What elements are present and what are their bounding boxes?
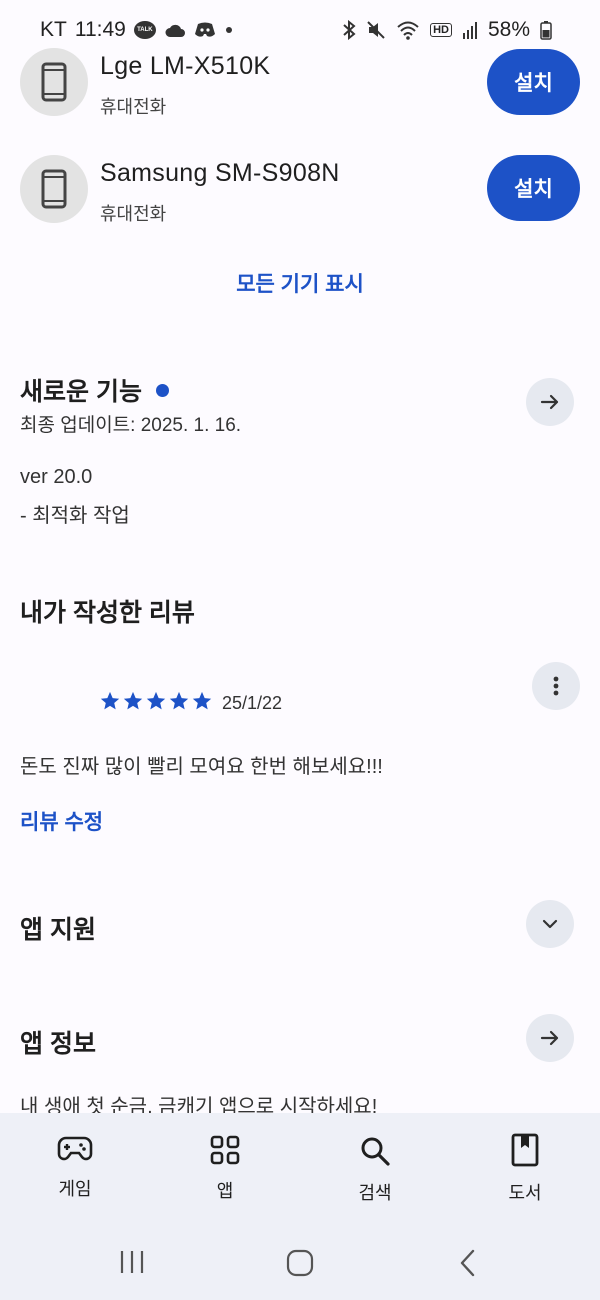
nav-item-search[interactable]: 검색: [325, 1135, 425, 1205]
section-title: 내가 작성한 리뷰: [20, 599, 195, 627]
review-date: 25/1/22: [222, 693, 283, 713]
star-rating: [99, 690, 213, 712]
show-all-devices-link[interactable]: 모든 기기 표시: [0, 268, 600, 298]
clock: 11:49: [74, 18, 126, 41]
recent-apps-icon: [120, 1251, 144, 1273]
book-icon: [511, 1133, 539, 1167]
star-icon: [123, 691, 143, 710]
back-button[interactable]: [456, 1248, 480, 1283]
review-text: 돈도 진짜 많이 빨리 모여요 한번 해보세요!!!: [20, 756, 383, 778]
back-icon: [460, 1249, 475, 1277]
more-vert-icon: [553, 676, 559, 696]
new-indicator-dot: [155, 383, 169, 397]
nav-label: 검색: [358, 1183, 392, 1203]
device-icon-container: [20, 48, 88, 116]
search-icon: [361, 1137, 390, 1166]
nav-item-books[interactable]: 도서: [475, 1133, 575, 1205]
mute-icon: [366, 20, 386, 40]
cloud-icon: [164, 22, 186, 38]
star-icon: [100, 691, 120, 710]
section-title: 새로운 기능: [20, 378, 142, 406]
carrier-label: KT: [40, 18, 67, 41]
version-text: ver 20.0: [20, 466, 93, 488]
battery-percent: 58%: [487, 18, 530, 41]
chevron-down-icon: [542, 919, 558, 929]
arrow-right-icon: [540, 1030, 559, 1046]
notification-dot-icon: [224, 25, 234, 35]
nav-label: 도서: [508, 1183, 542, 1203]
arrow-right-icon: [540, 394, 559, 410]
section-title: 앱 정보: [20, 1030, 96, 1058]
review-more-button[interactable]: [532, 662, 580, 710]
phone-icon: [41, 169, 67, 209]
install-button[interactable]: 설치: [487, 49, 580, 115]
edit-review-link[interactable]: 리뷰 수정: [20, 806, 103, 836]
recent-apps-button[interactable]: [118, 1248, 146, 1281]
hd-badge: HD: [430, 23, 452, 37]
nav-item-apps[interactable]: 앱: [175, 1135, 275, 1203]
device-name: Lge LM-X510K: [100, 52, 271, 80]
home-button[interactable]: [285, 1248, 315, 1283]
last-updated: 최종 업데이트: 2025. 1. 16.: [20, 415, 242, 436]
device-name: Samsung SM-S908N: [100, 159, 340, 187]
bluetooth-icon: [342, 20, 356, 40]
discord-icon: [194, 22, 216, 38]
battery-icon: [540, 20, 552, 40]
device-type: 휴대전화: [100, 97, 167, 117]
status-right: HD 58%: [342, 18, 552, 42]
wifi-icon: [396, 20, 420, 40]
whats-new-header: 새로운 기능: [20, 372, 169, 408]
whats-new-arrow-button[interactable]: [526, 378, 574, 426]
star-icon: [169, 691, 189, 710]
signal-icon: [462, 21, 478, 39]
phone-icon: [41, 62, 67, 102]
app-info-arrow-button[interactable]: [526, 1014, 574, 1062]
star-icon: [146, 691, 166, 710]
status-left: KT 11:49 TALK: [40, 18, 234, 42]
device-icon-container: [20, 155, 88, 223]
apps-grid-icon: [210, 1135, 240, 1165]
nav-item-games[interactable]: 게임: [25, 1135, 125, 1201]
nav-label: 앱: [216, 1181, 234, 1201]
gamepad-icon: [57, 1136, 93, 1161]
device-type: 휴대전화: [100, 204, 167, 224]
install-button[interactable]: 설치: [487, 155, 580, 221]
kakaotalk-icon: TALK: [133, 21, 156, 39]
nav-label: 게임: [58, 1179, 92, 1199]
section-title: 앱 지원: [20, 916, 96, 944]
star-icon: [192, 691, 212, 710]
app-support-expand-button[interactable]: [526, 900, 574, 948]
release-note: - 최적화 작업: [20, 505, 130, 527]
home-icon: [286, 1249, 314, 1277]
bottom-navigation: 게임 앱 검색 도서: [0, 1113, 600, 1300]
